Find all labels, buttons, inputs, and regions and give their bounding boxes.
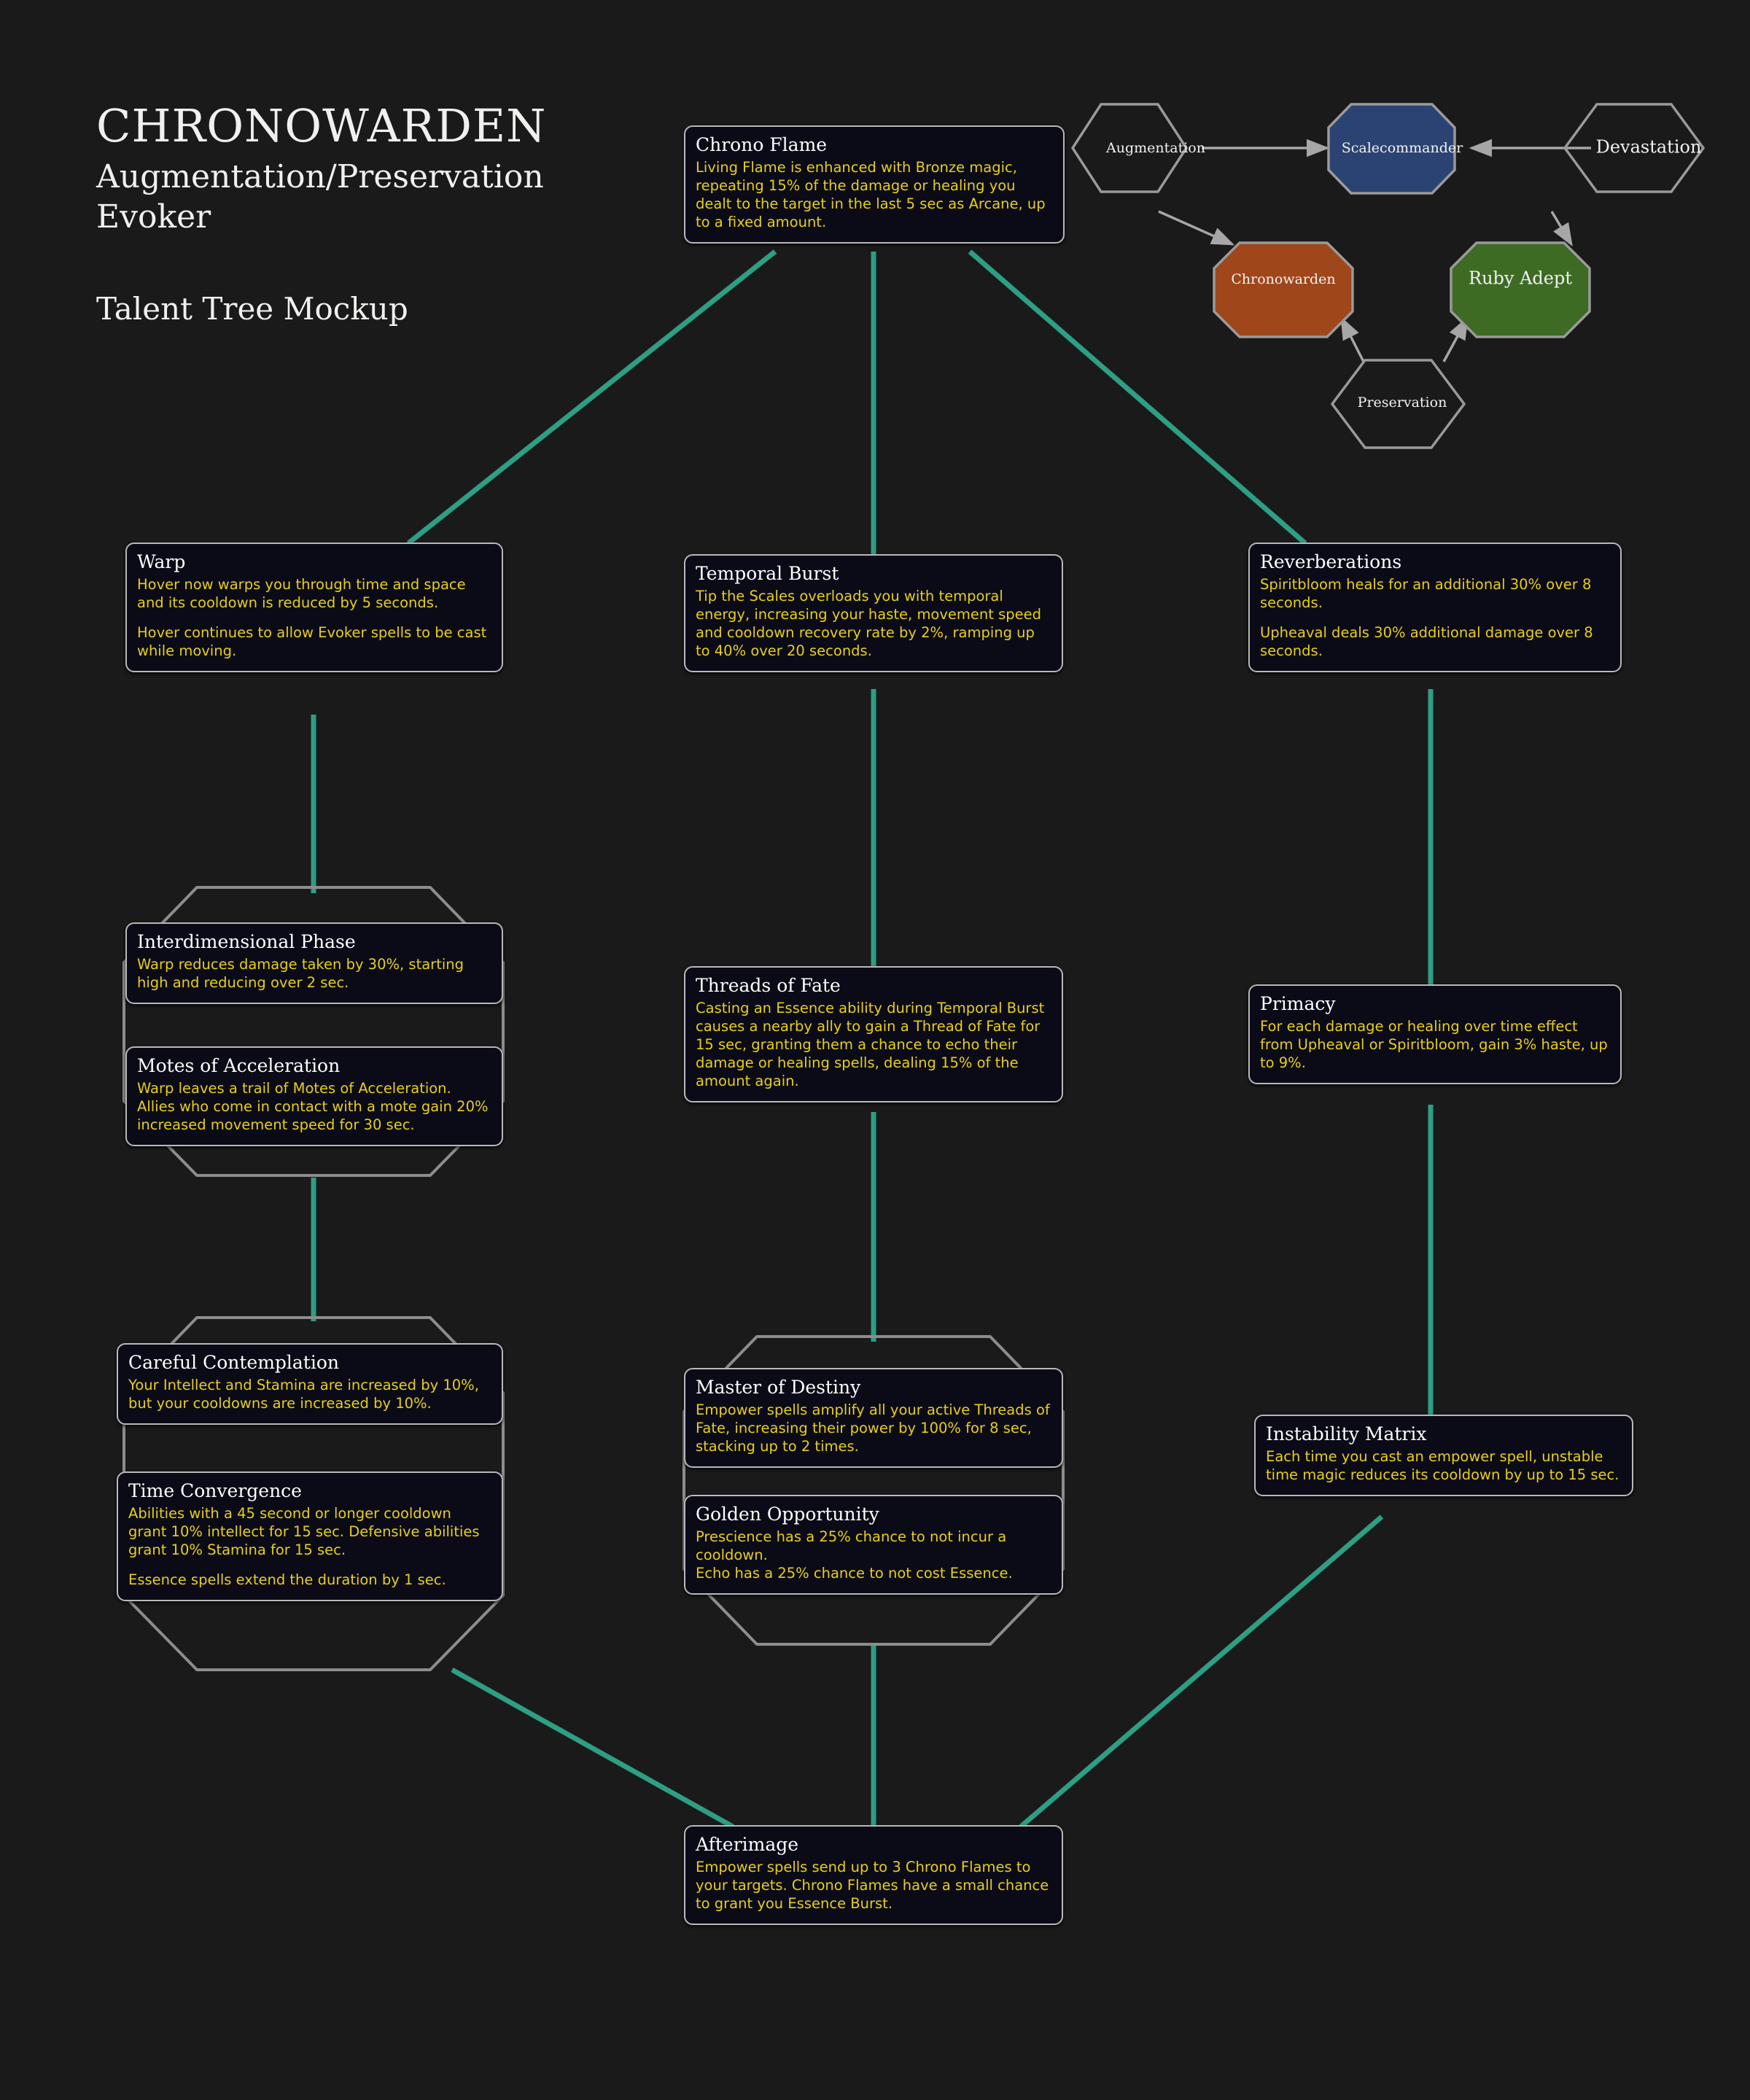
talent-node-motes-of-acceleration[interactable]: Motes of Acceleration Warp leaves a trai… [125,1046,503,1146]
talent-node-temporal-burst[interactable]: Temporal Burst Tip the Scales overloads … [684,554,1063,672]
page-title: CHRONOWARDEN [96,99,547,152]
talent-title: Golden Opportunity [696,1504,879,1525]
spec-subtitle-line2: Evoker [96,198,211,236]
talent-paragraph: Spiritbloom heals for an additional 30% … [1260,576,1592,611]
talent-title: Threads of Fate [696,975,841,996]
arrow-augmentation-chronowarden [1158,210,1235,246]
talent-body: Empower spells send up to 3 Chrono Flame… [696,1859,1051,1913]
talent-body: Warp leaves a trail of Motes of Accelera… [137,1080,491,1135]
talent-paragraph: For each damage or healing over time eff… [1260,1018,1608,1071]
talent-body: Your Intellect and Stamina are increased… [128,1377,491,1413]
spec-subtitle: Augmentation/Preservation Evoker [96,157,650,237]
talent-title: Time Convergence [128,1480,302,1501]
talent-title: Motes of Acceleration [137,1055,341,1076]
talent-title: Careful Contemplation [128,1352,340,1373]
talent-node-golden-opportunity[interactable]: Golden Opportunity Prescience has a 25% … [684,1495,1063,1595]
talent-title: Primacy [1260,993,1336,1014]
title-block: CHRONOWARDEN Augmentation/Preservation E… [96,102,650,327]
spec-node-preservation[interactable]: Preservation [1330,359,1466,449]
hexagon-shape [1070,103,1189,193]
talent-paragraph: Warp leaves a trail of Motes of Accelera… [137,1080,489,1133]
octagon-shape [1450,241,1591,338]
edge-chronoflame-reverberations [968,249,1307,545]
talent-body: For each damage or healing over time eff… [1260,1018,1610,1073]
talent-body: Tip the Scales overloads you with tempor… [696,588,1051,661]
talent-paragraph: Warp reduces damage taken by 30%, starti… [137,956,464,991]
spec-node-rubyadept[interactable]: Ruby Adept [1450,241,1591,338]
hexagon-shape [1330,359,1466,449]
spec-node-devastation[interactable]: Devastation [1563,103,1706,193]
talent-node-threads-of-fate[interactable]: Threads of Fate Casting an Essence abili… [684,966,1063,1102]
talent-body: Empower spells amplify all your active T… [696,1401,1051,1456]
talent-paragraph: Empower spells amplify all your active T… [696,1401,1050,1455]
spec-node-scalecommander[interactable]: Scalecommander [1327,103,1463,195]
arrow-devastation-rubyadept [1550,211,1573,247]
edge-instability-afterimage [1019,1514,1384,1829]
talent-body: Prescience has a 25% chance to not incur… [696,1528,1051,1583]
talent-paragraph: Casting an Essence ability during Tempor… [696,1000,1045,1089]
spec-node-label: Preservation [1358,394,1447,411]
talent-body: Each time you cast an empower spell, uns… [1266,1448,1622,1485]
spec-subtitle-line1: Augmentation/Preservation [96,158,544,196]
talent-title: Instability Matrix [1266,1423,1427,1444]
talent-body: Abilities with a 45 second or longer coo… [128,1505,491,1590]
spec-node-label: Chronowarden [1231,271,1335,287]
arrow-preservation-rubyadept [1442,316,1469,362]
talent-title: Interdimensional Phase [137,931,356,952]
talent-paragraph: Hover now warps you through time and spa… [137,576,466,611]
edge-timeconvergence-afterimage [451,1667,734,1829]
talent-node-afterimage[interactable]: Afterimage Empower spells send up to 3 C… [684,1825,1063,1925]
talent-node-primacy[interactable]: Primacy For each damage or healing over … [1248,984,1622,1084]
hexagon-shape [1563,103,1706,193]
octagon-shape [1327,103,1456,195]
octagon-shape [1213,241,1354,338]
talent-paragraph: Echo has a 25% chance to not cost Essenc… [696,1564,1013,1582]
talent-title: Chrono Flame [696,134,828,155]
spec-node-label: Augmentation [1105,140,1205,156]
spec-node-chronowarden[interactable]: Chronowarden [1213,241,1354,338]
mockup-label: Talent Tree Mockup [96,291,408,327]
talent-paragraph: Each time you cast an empower spell, uns… [1266,1448,1619,1483]
talent-title: Warp [137,551,186,572]
talent-title: Afterimage [696,1834,799,1855]
talent-title: Reverberations [1260,551,1402,572]
spec-node-label: Ruby Adept [1469,268,1572,289]
spec-node-label: Devastation [1596,137,1702,158]
talent-paragraph: Empower spells send up to 3 Chrono Flame… [696,1859,1049,1912]
talent-node-warp[interactable]: Warp Hover now warps you through time an… [125,542,503,672]
talent-node-chrono-flame[interactable]: Chrono Flame Living Flame is enhanced wi… [684,125,1065,244]
spec-node-augmentation[interactable]: Augmentation [1070,103,1205,193]
talent-node-interdimensional-phase[interactable]: Interdimensional Phase Warp reduces dama… [125,922,503,1004]
talent-title: Temporal Burst [696,563,839,584]
talent-body: Warp reduces damage taken by 30%, starti… [137,956,491,992]
talent-paragraph: Abilities with a 45 second or longer coo… [128,1505,480,1558]
talent-body: Spiritbloom heals for an additional 30% … [1260,576,1610,661]
talent-paragraph: Tip the Scales overloads you with tempor… [696,588,1042,659]
talent-node-reverberations[interactable]: Reverberations Spiritbloom heals for an … [1248,542,1622,672]
talent-paragraph: Upheaval deals 30% additional damage ove… [1260,623,1593,659]
talent-node-time-convergence[interactable]: Time Convergence Abilities with a 45 sec… [117,1471,503,1601]
talent-node-instability-matrix[interactable]: Instability Matrix Each time you cast an… [1254,1415,1633,1496]
talent-body: Casting an Essence ability during Tempor… [696,1000,1051,1091]
talent-body: Hover now warps you through time and spa… [137,576,491,661]
talent-body: Living Flame is enhanced with Bronze mag… [696,159,1053,232]
spec-node-label: Scalecommander [1342,140,1463,156]
talent-paragraph: Essence spells extend the duration by 1 … [128,1571,446,1588]
talent-node-careful-contemplation[interactable]: Careful Contemplation Your Intellect and… [117,1343,503,1425]
talent-paragraph: Prescience has a 25% chance to not incur… [696,1528,1007,1563]
talent-paragraph: Hover continues to allow Evoker spells t… [137,623,487,659]
arrow-preservation-chronowarden [1340,316,1365,362]
talent-node-master-of-destiny[interactable]: Master of Destiny Empower spells amplify… [684,1368,1063,1468]
talent-title: Master of Destiny [696,1377,861,1398]
talent-paragraph: Your Intellect and Stamina are increased… [128,1377,479,1412]
talent-paragraph: Living Flame is enhanced with Bronze mag… [696,159,1046,230]
